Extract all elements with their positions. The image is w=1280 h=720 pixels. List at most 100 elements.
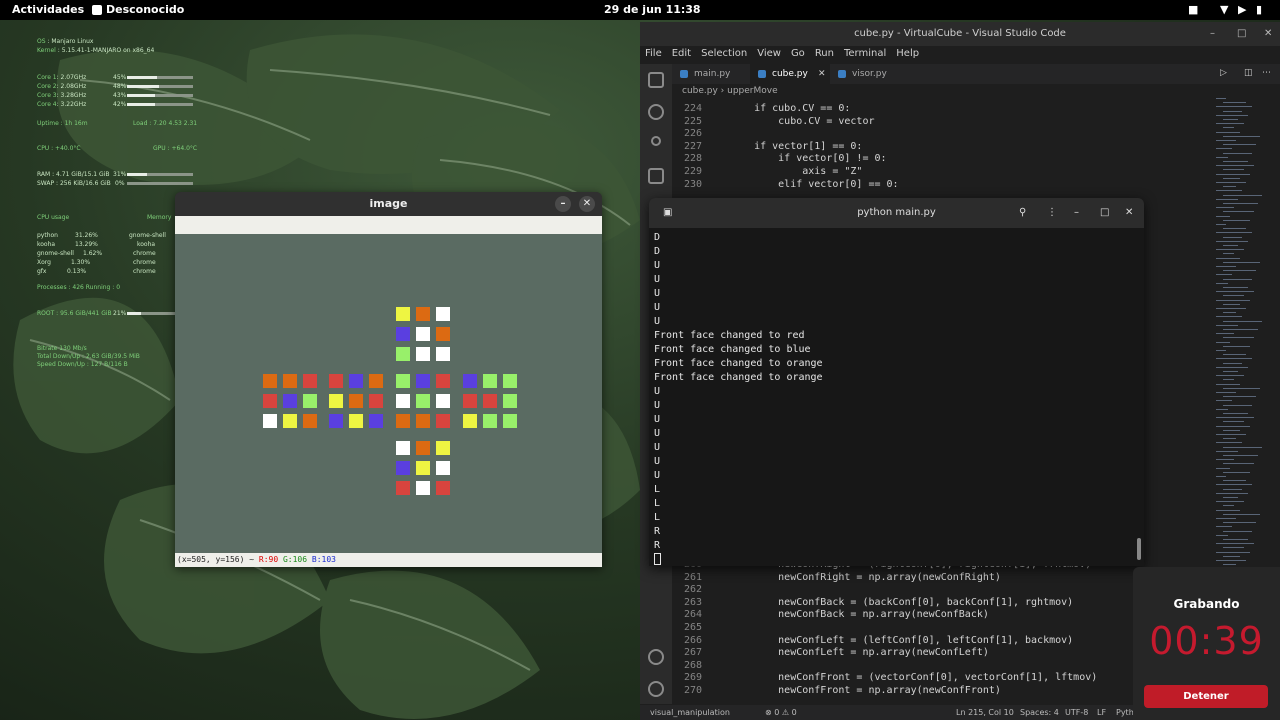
code-text[interactable]: if cubo.CV == 0: (730, 103, 850, 114)
menu-view[interactable]: View (757, 46, 781, 62)
encoding[interactable]: UTF-8 (1065, 705, 1088, 720)
sticker-right (436, 394, 450, 408)
code-line[interactable]: 225 cubo.CV = vector (672, 116, 1192, 128)
code-text[interactable]: newConfLeft = np.array(newConfLeft) (730, 647, 989, 658)
indentation[interactable]: Spaces: 4 (1020, 705, 1059, 720)
cursor-position[interactable]: Ln 215, Col 10 (956, 705, 1014, 720)
new-tab-icon[interactable]: ▣ (663, 198, 672, 228)
terminal-prompt-line[interactable] (654, 553, 823, 566)
minimap-line (1223, 530, 1252, 532)
terminal-line: L (654, 512, 661, 523)
tab-visor-py[interactable]: visor.py (830, 64, 910, 84)
explorer-icon[interactable] (648, 72, 664, 88)
wifi-icon[interactable]: ▼ (1220, 3, 1228, 16)
problems-indicator[interactable]: ⊗ 0 ⚠ 0 (765, 705, 797, 720)
pixel-g: G:106 (282, 555, 308, 564)
code-line[interactable]: 267 newConfLeft = np.array(newConfLeft) (672, 647, 1192, 659)
tab-main-py[interactable]: main.py (672, 64, 750, 84)
code-text[interactable]: newConfBack = (backConf[0], backConf[1],… (730, 597, 1073, 608)
code-line[interactable]: 262 (672, 584, 1192, 596)
more-actions-icon[interactable]: ⋯ (1262, 68, 1271, 78)
close-icon[interactable]: ✕ (1264, 22, 1272, 46)
code-text[interactable]: cubo.CV = vector (730, 116, 874, 127)
image-window-titlebar[interactable]: image – ✕ (175, 192, 602, 216)
minimap[interactable] (1212, 98, 1276, 618)
minimize-icon[interactable]: – (1210, 22, 1215, 46)
search-icon[interactable] (648, 104, 664, 120)
code-line[interactable]: 269 newConfFront = (vectorConf[0], vecto… (672, 672, 1192, 684)
menu-help[interactable]: Help (896, 46, 919, 62)
menu-go[interactable]: Go (791, 46, 805, 62)
app-menu[interactable]: Desconocido (92, 3, 184, 16)
menu-terminal[interactable]: Terminal (844, 46, 886, 62)
clock[interactable]: 29 de jun 11:38 (604, 3, 701, 16)
menu-file[interactable]: File (645, 46, 662, 62)
account-icon[interactable] (648, 649, 664, 665)
code-line[interactable]: 270 newConfFront = np.array(newConfFront… (672, 685, 1192, 697)
tab-cube-py[interactable]: cube.py ✕ (750, 64, 830, 84)
code-line[interactable]: 227 if vector[1] == 0: (672, 141, 1192, 153)
minimize-icon[interactable]: – (555, 196, 571, 212)
code-line[interactable]: 228 if vector[0] != 0: (672, 153, 1192, 165)
terminal-line: L (654, 484, 661, 495)
menu-run[interactable]: Run (815, 46, 834, 62)
code-text[interactable]: newConfRight = np.array(newConfRight) (730, 572, 1001, 583)
code-text[interactable]: if vector[1] == 0: (730, 141, 862, 152)
terminal-output[interactable]: D D U U U U U Front face changed to red Front fa… (654, 231, 823, 566)
maximize-icon[interactable]: □ (1100, 198, 1109, 228)
code-line[interactable]: 230 elif vector[0] == 0: (672, 179, 1192, 191)
terminal-titlebar[interactable]: ▣ python main.py ⚲ ⋮ – □ ✕ (649, 198, 1144, 228)
maximize-icon[interactable]: □ (1237, 22, 1246, 46)
language-mode[interactable]: Pyth (1116, 705, 1134, 720)
menu-selection[interactable]: Selection (701, 46, 747, 62)
minimap-line (1223, 379, 1234, 381)
minimap-line (1223, 312, 1236, 314)
code-text[interactable]: newConfLeft = (leftConf[0], leftConf[1],… (730, 635, 1073, 646)
source-control-icon[interactable] (651, 136, 661, 146)
battery-icon[interactable]: ▮ (1256, 3, 1262, 16)
minimap-line (1223, 455, 1258, 456)
terminal-scrollbar[interactable] (1137, 538, 1141, 560)
code-line[interactable]: 264 newConfBack = np.array(newConfBack) (672, 609, 1192, 621)
code-line[interactable]: 229 axis = "Z" (672, 166, 1192, 178)
code-line[interactable]: 265 (672, 622, 1192, 634)
code-line[interactable]: 263 newConfBack = (backConf[0], backConf… (672, 597, 1192, 609)
sticker-back (503, 414, 517, 428)
minimize-icon[interactable]: – (1074, 198, 1079, 228)
code-text[interactable]: axis = "Z" (730, 166, 862, 177)
code-line[interactable]: 268 (672, 660, 1192, 672)
cube-net-canvas[interactable] (175, 234, 602, 553)
code-line[interactable]: 266 newConfLeft = (leftConf[0], leftConf… (672, 635, 1192, 647)
terminal-cursor (654, 553, 661, 565)
minimap-line (1223, 446, 1262, 448)
stop-recording-button[interactable]: Detener (1144, 685, 1268, 708)
code-text[interactable]: elif vector[0] == 0: (730, 179, 898, 190)
shield-icon[interactable]: ■ (1188, 3, 1198, 16)
close-icon[interactable]: ✕ (579, 196, 595, 212)
search-icon[interactable]: ⚲ (1019, 198, 1026, 228)
activities-button[interactable]: Actividades (12, 3, 84, 16)
speed-down-up: Speed Down/Up : 127 B/116 B (37, 361, 128, 368)
volume-icon[interactable]: ▶ (1238, 3, 1246, 16)
menu-edit[interactable]: Edit (672, 46, 691, 62)
minimap-line (1216, 383, 1240, 385)
line-number: 228 (683, 153, 702, 165)
close-icon[interactable]: ✕ (1125, 198, 1133, 228)
code-line[interactable]: 226 (672, 128, 1192, 140)
code-text[interactable]: newConfFront = np.array(newConfFront) (730, 685, 1001, 696)
run-file-icon[interactable]: ▷ (1220, 68, 1227, 78)
split-editor-icon[interactable]: ◫ (1244, 68, 1253, 78)
code-text[interactable]: if vector[0] != 0: (730, 153, 886, 164)
code-line[interactable]: 261 newConfRight = np.array(newConfRight… (672, 572, 1192, 584)
line-ending[interactable]: LF (1097, 705, 1106, 720)
close-tab-icon[interactable]: ✕ (818, 64, 826, 84)
code-line[interactable]: 224 if cubo.CV == 0: (672, 103, 1192, 115)
settings-gear-icon[interactable] (648, 681, 664, 697)
code-text[interactable]: newConfBack = np.array(newConfBack) (730, 609, 989, 620)
code-text[interactable]: newConfFront = (vectorConf[0], vectorCon… (730, 672, 1097, 683)
branch-indicator[interactable]: visual_manipulation (650, 705, 730, 720)
breadcrumb[interactable]: cube.py › upperMove (682, 86, 778, 96)
line-number: 263 (683, 596, 702, 608)
run-debug-icon[interactable] (648, 168, 664, 184)
menu-icon[interactable]: ⋮ (1047, 198, 1057, 228)
